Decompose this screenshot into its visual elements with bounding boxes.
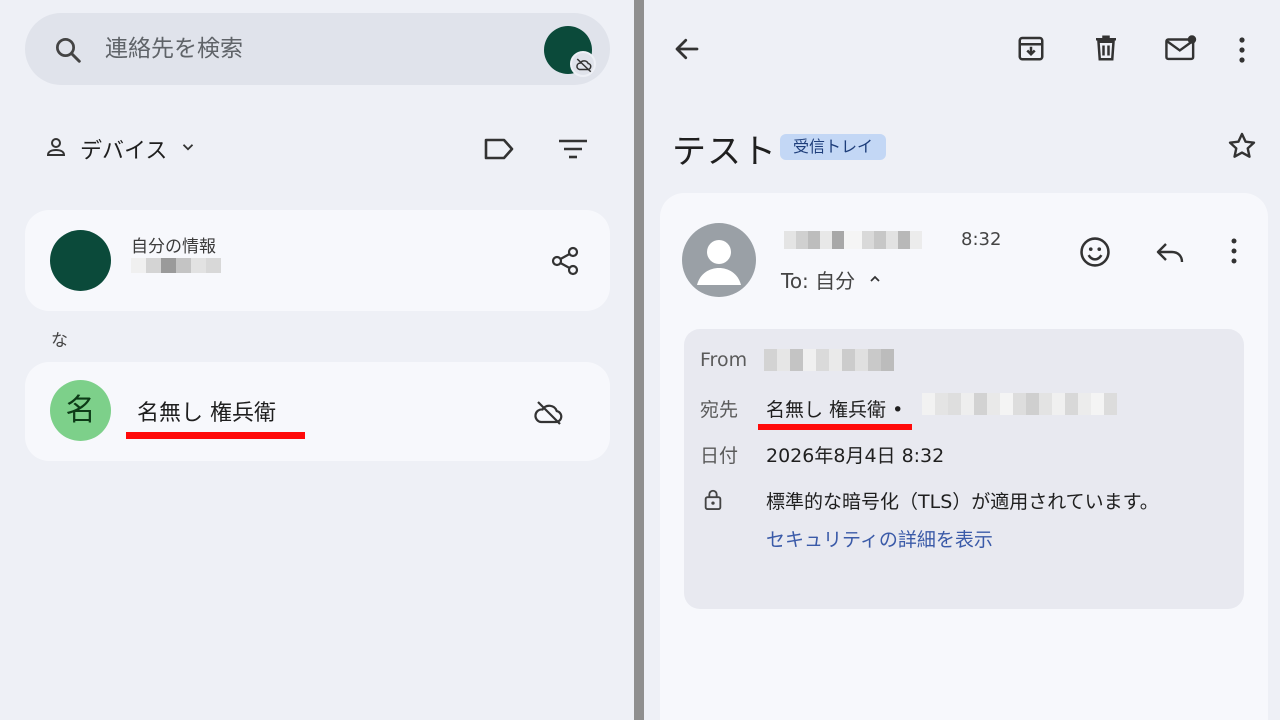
contacts-pane: 連絡先を検索 デバイス 自分の情報 な 名 名無し 権兵衛 bbox=[0, 0, 634, 720]
to-value: 名無し 権兵衛 • bbox=[766, 399, 904, 421]
date-key: 日付 bbox=[700, 445, 739, 467]
reply-icon[interactable] bbox=[1154, 239, 1186, 271]
encryption-text: 標準的な暗号化（TLS）が適用されています。 bbox=[766, 491, 1159, 513]
share-icon[interactable] bbox=[549, 245, 581, 281]
from-key: From bbox=[700, 349, 748, 371]
lock-icon bbox=[702, 487, 724, 515]
mark-unread-icon[interactable] bbox=[1164, 33, 1198, 67]
device-filter-label: デバイス bbox=[80, 139, 168, 164]
security-details-link[interactable]: セキュリティの詳細を表示 bbox=[766, 525, 993, 552]
archive-icon[interactable] bbox=[1016, 33, 1046, 67]
filter-icon[interactable] bbox=[556, 134, 590, 168]
split-divider[interactable] bbox=[634, 0, 644, 720]
date-value: 2026年8月4日 8:32 bbox=[766, 445, 945, 467]
search-input[interactable]: 連絡先を検索 bbox=[105, 33, 243, 65]
label-icon[interactable] bbox=[481, 134, 517, 168]
device-filter-button[interactable]: デバイス bbox=[44, 132, 197, 166]
inbox-label-chip[interactable]: 受信トレイ bbox=[780, 134, 887, 160]
redacted-to-email bbox=[922, 393, 1117, 415]
chevron-down-icon bbox=[179, 138, 197, 160]
chevron-up-icon bbox=[867, 268, 883, 292]
contact-avatar: 名 bbox=[50, 380, 111, 441]
more-vert-icon[interactable] bbox=[1234, 36, 1250, 68]
cloud-off-icon bbox=[570, 51, 596, 77]
to-key: 宛先 bbox=[700, 399, 739, 421]
redacted-email bbox=[131, 258, 221, 273]
filter-row: デバイス bbox=[0, 126, 634, 172]
more-vert-icon[interactable] bbox=[1228, 237, 1240, 269]
star-icon[interactable] bbox=[1226, 130, 1258, 166]
annotation-underline bbox=[758, 424, 912, 430]
message-time: 8:32 bbox=[961, 229, 1002, 250]
sender-avatar[interactable] bbox=[682, 223, 756, 297]
contact-search-bar[interactable]: 連絡先を検索 bbox=[25, 13, 610, 85]
to-label: To: 自分 bbox=[781, 269, 856, 293]
message-details-panel: From 宛先 名無し 権兵衛 • 日付 2026年8月4日 8:32 標準的な… bbox=[684, 329, 1244, 609]
my-info-card[interactable]: 自分の情報 bbox=[25, 210, 610, 311]
cloud-off-icon bbox=[533, 400, 565, 430]
contact-name: 名無し 権兵衛 bbox=[137, 401, 276, 426]
delete-icon[interactable] bbox=[1091, 33, 1121, 67]
section-header: な bbox=[51, 331, 68, 351]
redacted-from bbox=[764, 349, 894, 371]
person-icon bbox=[44, 135, 68, 163]
contact-list-item[interactable]: 名 名無し 権兵衛 bbox=[25, 362, 610, 461]
search-icon[interactable] bbox=[53, 35, 83, 65]
mail-pane: テスト 受信トレイ 8:32 To: 自分 From 宛先 名無し 権兵衛 • … bbox=[644, 0, 1280, 720]
redacted-sender bbox=[784, 231, 922, 249]
message-card: 8:32 To: 自分 From 宛先 名無し 権兵衛 • 日付 2026年8月… bbox=[660, 193, 1268, 720]
emoji-icon[interactable] bbox=[1078, 235, 1112, 273]
recipient-summary[interactable]: To: 自分 bbox=[781, 265, 883, 294]
my-info-title: 自分の情報 bbox=[131, 237, 216, 257]
email-subject: テスト bbox=[672, 132, 777, 172]
annotation-underline bbox=[126, 432, 305, 439]
my-avatar bbox=[50, 230, 111, 291]
back-arrow-icon[interactable] bbox=[672, 34, 702, 68]
